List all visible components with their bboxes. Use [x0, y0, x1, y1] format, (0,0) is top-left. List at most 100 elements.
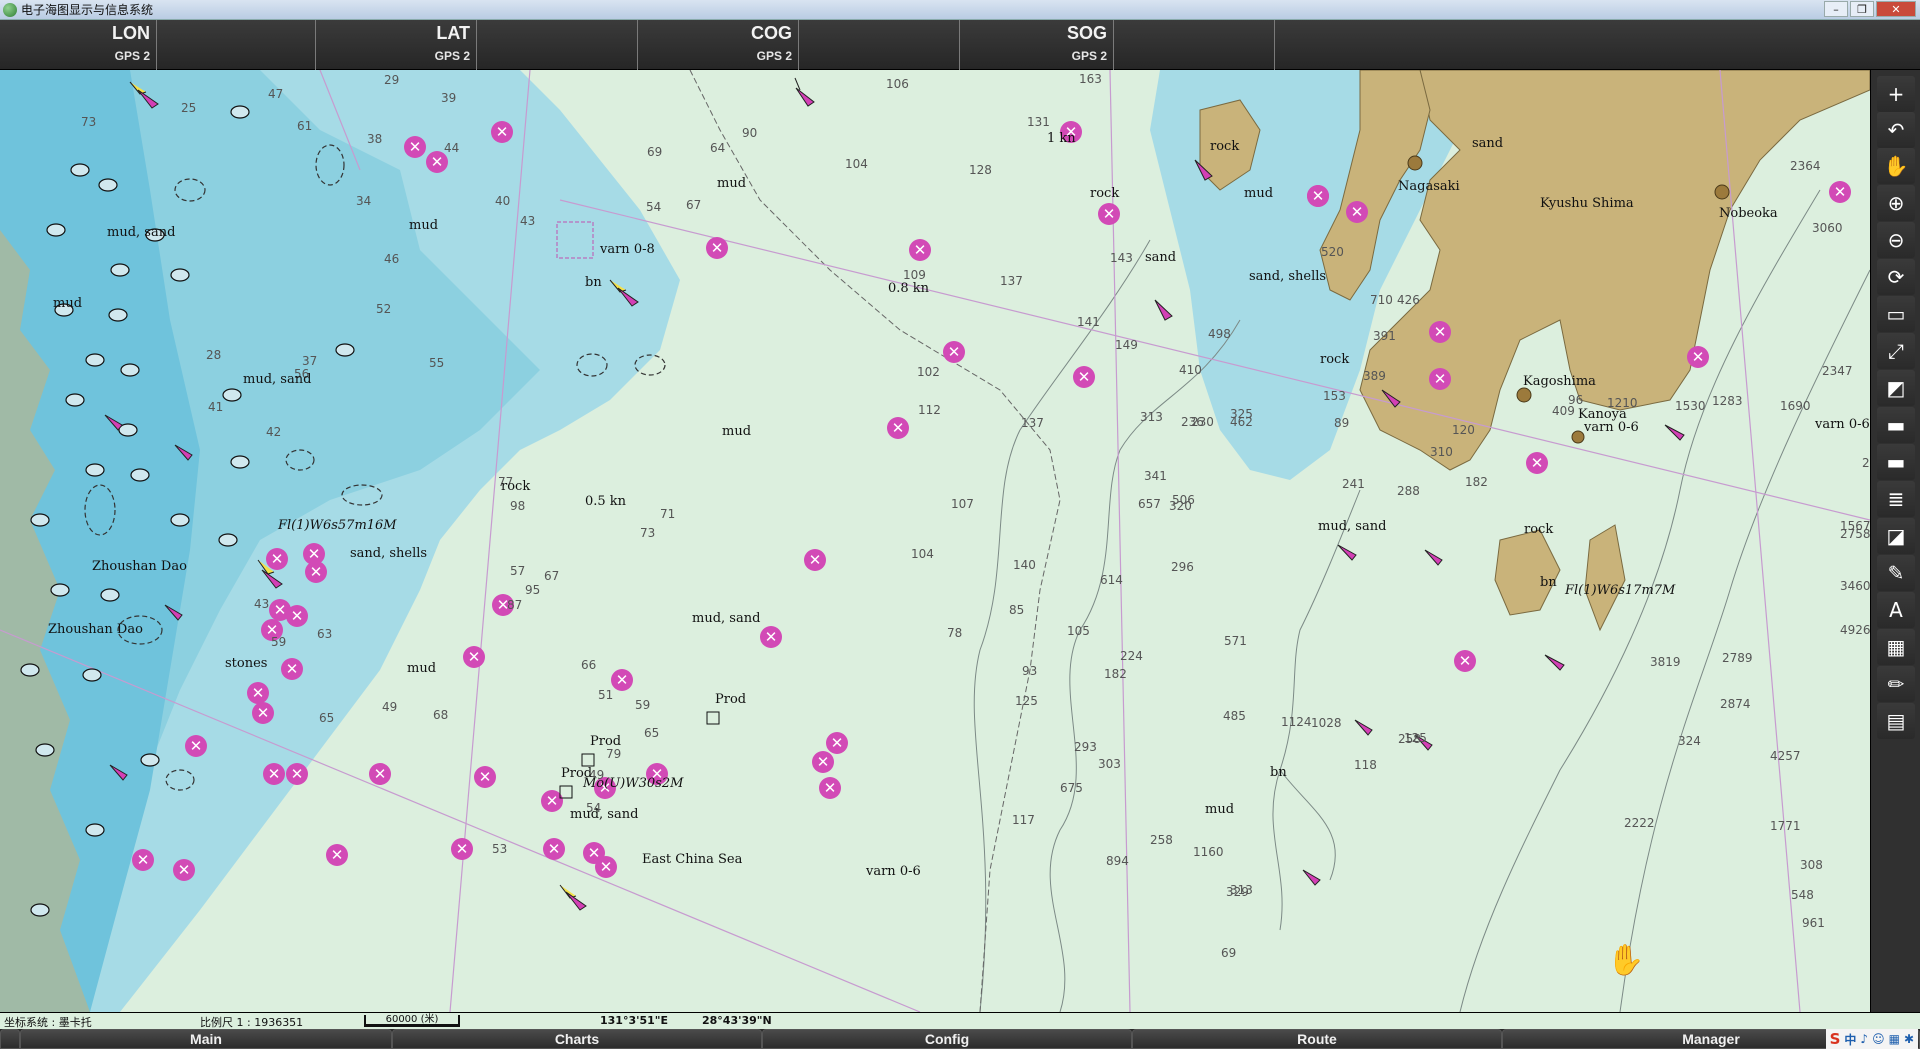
- danger-x-marker[interactable]: ✕: [1429, 321, 1451, 343]
- tab-charts[interactable]: Charts: [392, 1029, 762, 1049]
- danger-x-marker[interactable]: ✕: [1073, 366, 1095, 388]
- danger-x-marker[interactable]: ✕: [305, 561, 327, 583]
- ruler-icon[interactable]: ▬: [1877, 407, 1915, 443]
- danger-x-marker[interactable]: ✕: [819, 777, 841, 799]
- depth-sounding: 409: [1552, 404, 1575, 418]
- danger-x-marker[interactable]: ✕: [826, 732, 848, 754]
- place-name: Kagoshima: [1523, 374, 1596, 389]
- depth-sounding: 675: [1060, 781, 1083, 795]
- tab-route[interactable]: Route: [1132, 1029, 1502, 1049]
- nautical-chart[interactable]: ✕ ✕ ✕ ✕ ✕ ✕ ✕ ✕ ✕ ✕ ✕ ✕ ✕ ✕ ✕ ✕ ✕ ✕ ✕ ✕ ✕ ✕ ✕ ✕ ✕ ✕ ✕ ✕ ✕ ✕ ✕ ✕ ✕ ✕ ✕ ✕ ✕ ✕ ✕ ✕…: [0, 70, 1870, 1012]
- depth-sounding: 85: [1009, 603, 1024, 617]
- danger-marker-cross: ✕: [271, 550, 284, 568]
- island-c: [1584, 524, 1626, 632]
- danger-x-marker[interactable]: ✕: [1429, 368, 1451, 390]
- danger-x-marker[interactable]: ✕: [804, 549, 826, 571]
- depth-sounding: 44: [444, 141, 459, 155]
- refresh-icon[interactable]: ⟳: [1877, 259, 1915, 295]
- tray-icon-1[interactable]: ♪: [1860, 1032, 1868, 1046]
- document-icon[interactable]: ▤: [1877, 703, 1915, 739]
- depth-sounding: 40: [495, 194, 510, 208]
- danger-x-marker[interactable]: ✕: [1307, 185, 1329, 207]
- display-icon[interactable]: ▭: [1877, 296, 1915, 332]
- depth-sounding: 65: [644, 726, 659, 740]
- app-icon: [3, 2, 17, 17]
- map-tool-icon[interactable]: ▦: [1877, 629, 1915, 665]
- danger-x-marker[interactable]: ✕: [706, 237, 728, 259]
- chart-label: mud: [407, 661, 436, 676]
- chart-label: sand: [1472, 136, 1503, 151]
- chart-label: stones: [225, 656, 267, 671]
- danger-x-marker[interactable]: ✕: [369, 763, 391, 785]
- depth-sounding: 3819: [1650, 655, 1681, 669]
- text-tool-icon[interactable]: A: [1877, 592, 1915, 628]
- ime-icon[interactable]: S: [1830, 1030, 1841, 1048]
- danger-marker-cross: ✕: [765, 628, 778, 646]
- danger-x-marker[interactable]: ✕: [173, 859, 195, 881]
- layers-icon[interactable]: ≣: [1877, 481, 1915, 517]
- danger-x-marker[interactable]: ✕: [1346, 201, 1368, 223]
- danger-x-marker[interactable]: ✕: [760, 626, 782, 648]
- depth-sounding: 657: [1138, 497, 1161, 511]
- danger-x-marker[interactable]: ✕: [247, 682, 269, 704]
- undo-icon[interactable]: ↶: [1877, 112, 1915, 148]
- depth-sounding: 42: [266, 425, 281, 439]
- danger-x-marker[interactable]: ✕: [463, 646, 485, 668]
- danger-x-marker[interactable]: ✕: [185, 735, 207, 757]
- danger-x-marker[interactable]: ✕: [611, 669, 633, 691]
- danger-x-marker[interactable]: ✕: [1454, 650, 1476, 672]
- chart-label: bn: [1270, 765, 1287, 780]
- pencil-icon[interactable]: ✏: [1877, 666, 1915, 702]
- depth-sounding: 710: [1370, 293, 1393, 307]
- ruler-alt-icon[interactable]: ▬: [1877, 444, 1915, 480]
- restore-button[interactable]: ❐: [1850, 1, 1874, 17]
- danger-x-marker[interactable]: ✕: [543, 838, 565, 860]
- depth-sounding: 39: [441, 91, 456, 105]
- depth-sounding: 1530: [1675, 399, 1706, 413]
- pan-hand-icon[interactable]: ✋: [1877, 148, 1915, 184]
- danger-x-marker[interactable]: ✕: [491, 121, 513, 143]
- danger-x-marker[interactable]: ✕: [286, 763, 308, 785]
- chart-label: Prod: [590, 734, 621, 749]
- danger-marker-cross: ✕: [137, 851, 150, 869]
- danger-x-marker[interactable]: ✕: [281, 658, 303, 680]
- danger-x-marker[interactable]: ✕: [1829, 181, 1851, 203]
- depth-sounding: 137: [1000, 274, 1023, 288]
- chart-layer-icon[interactable]: ◩: [1877, 370, 1915, 406]
- danger-x-marker[interactable]: ✕: [1687, 346, 1709, 368]
- tab-main[interactable]: Main: [20, 1029, 392, 1049]
- danger-x-marker[interactable]: ✕: [404, 136, 426, 158]
- danger-x-marker[interactable]: ✕: [1098, 203, 1120, 225]
- danger-x-marker[interactable]: ✕: [887, 417, 909, 439]
- tray-icon-2[interactable]: ☺: [1872, 1032, 1885, 1046]
- danger-x-marker[interactable]: ✕: [263, 763, 285, 785]
- chart-select-icon[interactable]: ◪: [1877, 518, 1915, 554]
- nav-data-bar: LON GPS 2 LAT GPS 2 COG GPS 2 SOG GPS 2: [0, 20, 1920, 70]
- route-edit-icon[interactable]: ✎: [1877, 555, 1915, 591]
- zoom-out-icon[interactable]: ⊖: [1877, 222, 1915, 258]
- zoom-in-plus-icon[interactable]: +: [1877, 76, 1915, 112]
- danger-x-marker[interactable]: ✕: [909, 239, 931, 261]
- danger-x-marker[interactable]: ✕: [286, 605, 308, 627]
- zoom-in-icon[interactable]: ⊕: [1877, 185, 1915, 221]
- tray-icon-3[interactable]: ▦: [1889, 1032, 1900, 1046]
- danger-marker-cross: ✕: [824, 779, 837, 797]
- language-indicator[interactable]: 中: [1844, 1031, 1856, 1048]
- danger-x-marker[interactable]: ✕: [474, 766, 496, 788]
- tray-icon-4[interactable]: ✱: [1904, 1032, 1914, 1046]
- danger-x-marker[interactable]: ✕: [326, 844, 348, 866]
- minimize-button[interactable]: –: [1824, 1, 1848, 17]
- chart-display[interactable]: ✕ ✕ ✕ ✕ ✕ ✕ ✕ ✕ ✕ ✕ ✕ ✕ ✕ ✕ ✕ ✕ ✕ ✕ ✕ ✕ ✕ ✕ ✕ ✕ ✕ ✕ ✕ ✕ ✕ ✕ ✕ ✕ ✕ ✕ ✕ ✕ ✕ ✕ ✕ ✕…: [0, 70, 1870, 1012]
- danger-x-marker[interactable]: ✕: [266, 548, 288, 570]
- tab-config[interactable]: Config: [762, 1029, 1132, 1049]
- fullscreen-icon[interactable]: ⤢: [1877, 333, 1915, 369]
- danger-x-marker[interactable]: ✕: [812, 751, 834, 773]
- danger-x-marker[interactable]: ✕: [943, 341, 965, 363]
- danger-x-marker[interactable]: ✕: [451, 838, 473, 860]
- danger-x-marker[interactable]: ✕: [595, 856, 617, 878]
- danger-x-marker[interactable]: ✕: [1526, 452, 1548, 474]
- danger-x-marker[interactable]: ✕: [252, 702, 274, 724]
- depth-sounding: 29: [384, 73, 399, 87]
- danger-x-marker[interactable]: ✕: [132, 849, 154, 871]
- close-button[interactable]: ✕: [1876, 1, 1916, 17]
